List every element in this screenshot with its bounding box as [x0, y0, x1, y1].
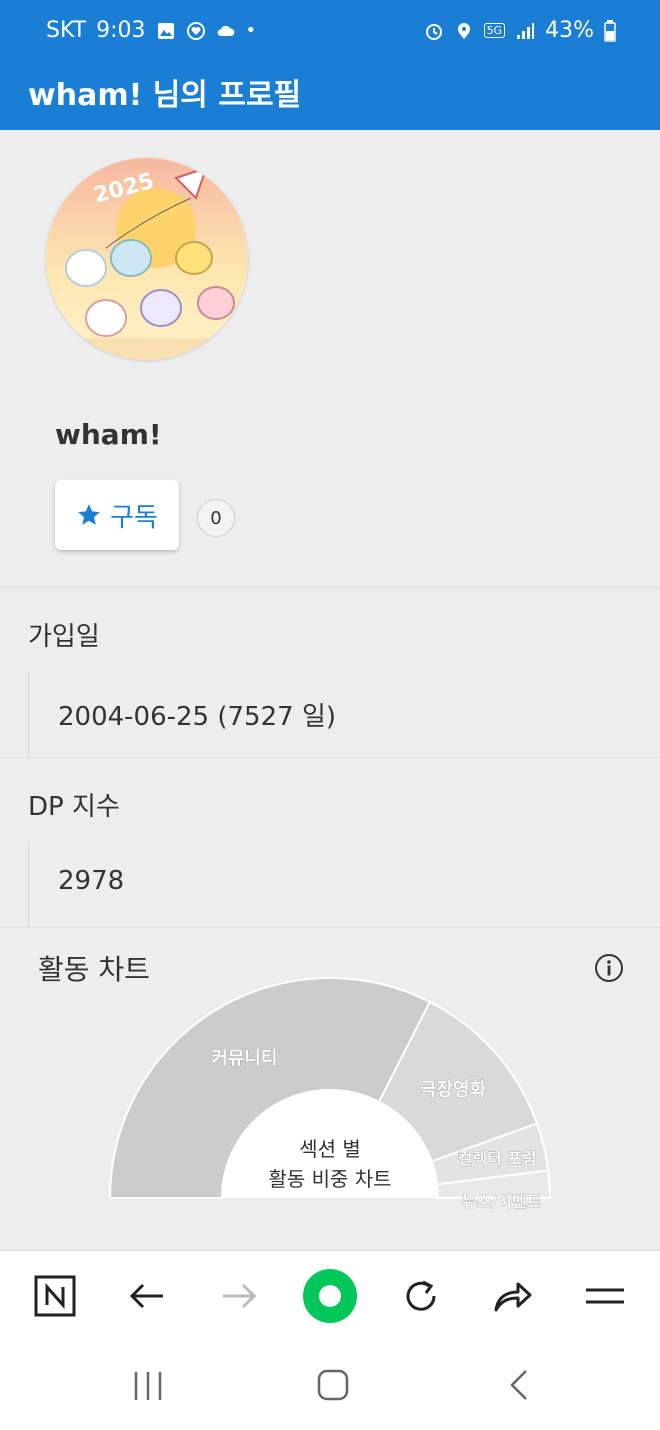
page-title: wham! 님의 프로필: [28, 78, 302, 113]
activity-donut-chart: 커뮤니티극장영화컬렉터 포럼뉴스/이벤트: [108, 977, 552, 1212]
star-icon: [78, 504, 100, 525]
join-date-box: 2004-06-25 (7527 일): [28, 672, 660, 758]
share-icon[interactable]: [488, 1271, 538, 1321]
chart-label-1: 극장영화: [420, 1080, 487, 1101]
alarm-icon: [425, 23, 442, 40]
avatar-illustration: 2025: [46, 158, 248, 360]
location-icon: [457, 22, 470, 39]
network-type: 5G: [483, 23, 506, 38]
forward-arrow-icon[interactable]: [214, 1271, 264, 1321]
chart-center-line2: 활동 비중 차트: [268, 1167, 392, 1191]
time-text: 9:03: [96, 18, 146, 43]
app-bar: wham! 님의 프로필: [0, 64, 660, 130]
dp-index-value: 2978: [58, 866, 125, 896]
subscriber-count-badge: 0: [197, 499, 235, 537]
battery-text: 43%: [545, 18, 594, 43]
join-date-section: 가입일 2004-06-25 (7527 일): [0, 588, 660, 758]
chart-center-line1: 섹션 별: [299, 1137, 361, 1161]
avatar[interactable]: 2025: [46, 158, 248, 360]
battery-icon: [604, 19, 616, 42]
reload-icon[interactable]: [396, 1271, 446, 1321]
subscribe-button[interactable]: 구독: [55, 480, 179, 550]
system-back-icon[interactable]: [504, 1368, 534, 1406]
signal-icon: [517, 22, 535, 39]
dp-index-box: 2978: [28, 842, 660, 928]
notification-dot: •: [245, 20, 257, 41]
carrier-text: SKT: [46, 18, 87, 43]
join-date-value: 2004-06-25 (7527 일): [58, 702, 337, 732]
recent-apps-icon[interactable]: [128, 1370, 168, 1406]
subscribe-label: 구독: [110, 502, 158, 533]
home-green-icon[interactable]: [302, 1268, 358, 1324]
profile-section: 2025 wham! 구독 0: [0, 130, 660, 588]
dp-index-section: DP 지수 2978: [0, 758, 660, 928]
status-bar: SKT 9:03 • 5G 43%: [0, 0, 660, 64]
menu-icon[interactable]: [580, 1271, 630, 1321]
chart-label-2: 컬렉터 포럼: [458, 1149, 537, 1168]
browser-toolbar: [0, 1250, 660, 1342]
cloud-icon: [217, 25, 234, 36]
username: wham!: [55, 418, 162, 451]
system-nav-bar: [0, 1342, 660, 1430]
home-icon[interactable]: [316, 1368, 350, 1406]
chart-label-3: 뉴스/이벤트: [462, 1192, 542, 1211]
gallery-icon: [157, 22, 174, 39]
join-date-label: 가입일: [28, 622, 100, 652]
heart-circle-icon: [186, 21, 205, 40]
back-arrow-icon[interactable]: [122, 1271, 172, 1321]
chart-label-0: 커뮤니티: [211, 1048, 277, 1069]
dp-index-label: DP 지수: [28, 792, 120, 822]
naver-n-icon[interactable]: [30, 1271, 80, 1321]
